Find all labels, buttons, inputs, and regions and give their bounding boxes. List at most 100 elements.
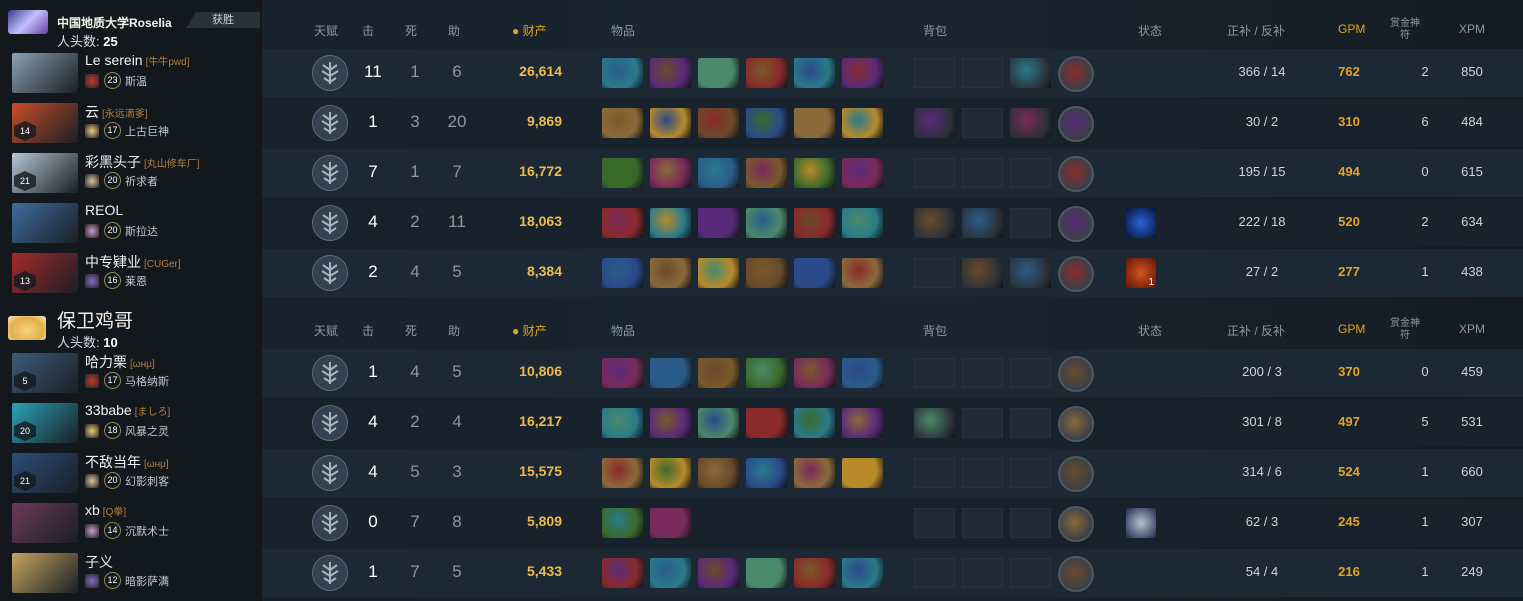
item-icon[interactable] — [794, 58, 835, 88]
empty-item-slot[interactable] — [842, 508, 883, 538]
hero-portrait[interactable]: 13 — [12, 253, 78, 293]
item-icon[interactable] — [602, 158, 643, 188]
item-icon[interactable] — [650, 508, 691, 538]
hero-portrait[interactable]: 21 — [12, 153, 78, 193]
neutral-item-icon[interactable] — [1058, 106, 1094, 142]
player-row[interactable]: 21 彩黑头子 [丸山修车厂] 20 祈求者 — [8, 149, 260, 195]
item-icon[interactable] — [650, 108, 691, 138]
neutral-item-icon[interactable] — [1058, 456, 1094, 492]
item-icon[interactable] — [746, 108, 787, 138]
empty-backpack-slot[interactable] — [914, 258, 955, 288]
item-icon[interactable] — [698, 458, 739, 488]
empty-backpack-slot[interactable] — [962, 508, 1003, 538]
empty-item-slot[interactable] — [698, 508, 739, 538]
backpack-item-icon[interactable] — [1010, 58, 1051, 88]
empty-backpack-slot[interactable] — [962, 408, 1003, 438]
talent-tree-icon[interactable] — [312, 505, 348, 541]
item-icon[interactable] — [602, 258, 643, 288]
empty-item-slot[interactable] — [746, 508, 787, 538]
empty-backpack-slot[interactable] — [1010, 558, 1051, 588]
neutral-item-icon[interactable] — [1058, 356, 1094, 392]
hero-portrait[interactable]: 20 — [12, 403, 78, 443]
item-icon[interactable] — [650, 458, 691, 488]
player-row[interactable]: 13 中专肄业 [CUGer] 16 莱恩 — [8, 249, 260, 295]
item-icon[interactable] — [698, 108, 739, 138]
item-icon[interactable] — [698, 258, 739, 288]
empty-backpack-slot[interactable] — [1010, 508, 1051, 538]
empty-backpack-slot[interactable] — [1010, 158, 1051, 188]
item-icon[interactable] — [650, 408, 691, 438]
item-icon[interactable] — [794, 458, 835, 488]
backpack-item-icon[interactable] — [914, 108, 955, 138]
item-icon[interactable] — [602, 208, 643, 238]
item-icon[interactable] — [842, 458, 883, 488]
item-icon[interactable] — [746, 558, 787, 588]
item-icon[interactable] — [842, 258, 883, 288]
empty-backpack-slot[interactable] — [1010, 208, 1051, 238]
item-icon[interactable] — [794, 408, 835, 438]
backpack-item-icon[interactable] — [914, 408, 955, 438]
item-icon[interactable] — [794, 258, 835, 288]
hero-portrait[interactable] — [12, 553, 78, 593]
talent-tree-icon[interactable] — [312, 355, 348, 391]
item-icon[interactable] — [602, 508, 643, 538]
backpack-item-icon[interactable] — [914, 208, 955, 238]
player-row[interactable]: Le serein [牛牛pwd] 23 斯温 — [8, 49, 260, 95]
item-icon[interactable] — [842, 58, 883, 88]
item-icon[interactable] — [650, 208, 691, 238]
empty-backpack-slot[interactable] — [962, 358, 1003, 388]
empty-backpack-slot[interactable] — [1010, 358, 1051, 388]
player-row[interactable]: 21 不敌当年 [ωнμ] 20 幻影刺客 — [8, 449, 260, 495]
item-icon[interactable] — [698, 158, 739, 188]
item-icon[interactable] — [842, 208, 883, 238]
hero-portrait[interactable] — [12, 203, 78, 243]
item-icon[interactable] — [602, 408, 643, 438]
item-icon[interactable] — [602, 108, 643, 138]
empty-backpack-slot[interactable] — [914, 158, 955, 188]
buff-icon[interactable]: 1 — [1126, 258, 1156, 288]
item-icon[interactable] — [746, 158, 787, 188]
talent-tree-icon[interactable] — [312, 255, 348, 291]
item-icon[interactable] — [698, 358, 739, 388]
hero-portrait[interactable] — [12, 53, 78, 93]
buff-icon[interactable] — [1126, 208, 1156, 238]
item-icon[interactable] — [794, 558, 835, 588]
item-icon[interactable] — [650, 258, 691, 288]
item-icon[interactable] — [794, 108, 835, 138]
talent-tree-icon[interactable] — [312, 105, 348, 141]
empty-backpack-slot[interactable] — [962, 558, 1003, 588]
item-icon[interactable] — [650, 558, 691, 588]
empty-backpack-slot[interactable] — [914, 508, 955, 538]
player-row[interactable]: 5 哈力栗 [ωнμ] 17 马格纳斯 — [8, 349, 260, 395]
item-icon[interactable] — [746, 358, 787, 388]
player-row[interactable]: xb [Q拳] 14 沉默术士 — [8, 499, 260, 545]
item-icon[interactable] — [602, 558, 643, 588]
item-icon[interactable] — [698, 408, 739, 438]
item-icon[interactable] — [746, 458, 787, 488]
item-icon[interactable] — [842, 108, 883, 138]
item-icon[interactable] — [698, 558, 739, 588]
hero-portrait[interactable] — [12, 503, 78, 543]
talent-tree-icon[interactable] — [312, 55, 348, 91]
hero-portrait[interactable]: 14 — [12, 103, 78, 143]
backpack-item-icon[interactable] — [1010, 258, 1051, 288]
item-icon[interactable] — [602, 458, 643, 488]
empty-backpack-slot[interactable] — [962, 158, 1003, 188]
player-row[interactable]: 子义 12 暗影萨满 — [8, 549, 260, 595]
item-icon[interactable] — [698, 58, 739, 88]
item-icon[interactable] — [602, 358, 643, 388]
item-icon[interactable] — [650, 158, 691, 188]
empty-backpack-slot[interactable] — [1010, 458, 1051, 488]
item-icon[interactable] — [842, 158, 883, 188]
item-icon[interactable] — [602, 58, 643, 88]
backpack-item-icon[interactable] — [1010, 108, 1051, 138]
item-icon[interactable] — [842, 358, 883, 388]
empty-item-slot[interactable] — [794, 508, 835, 538]
backpack-item-icon[interactable] — [962, 258, 1003, 288]
neutral-item-icon[interactable] — [1058, 156, 1094, 192]
neutral-item-icon[interactable] — [1058, 56, 1094, 92]
talent-tree-icon[interactable] — [312, 155, 348, 191]
item-icon[interactable] — [794, 208, 835, 238]
talent-tree-icon[interactable] — [312, 205, 348, 241]
empty-backpack-slot[interactable] — [914, 458, 955, 488]
